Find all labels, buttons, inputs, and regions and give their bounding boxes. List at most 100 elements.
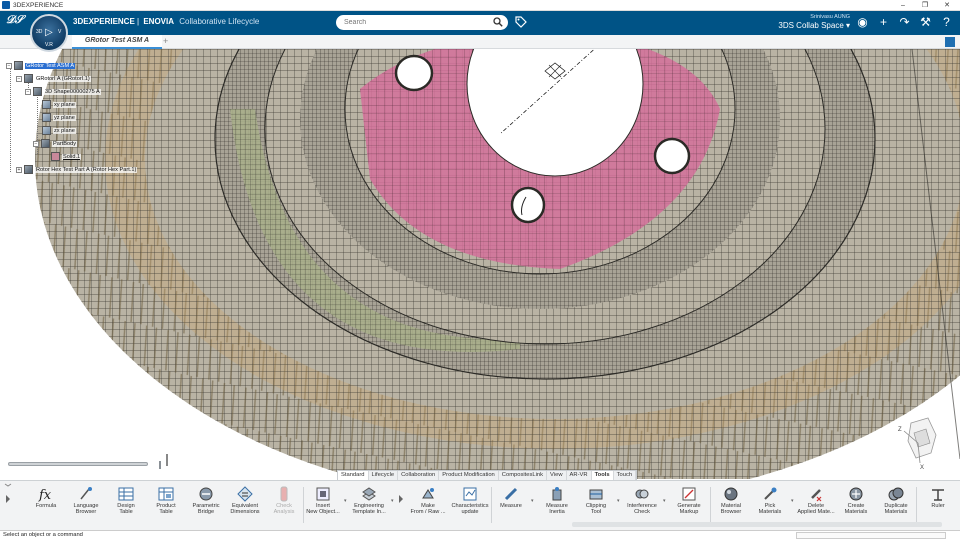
- button-label: Tool: [590, 509, 602, 516]
- fullscreen-icon[interactable]: [945, 37, 955, 47]
- tree-label: yz plane: [53, 114, 76, 121]
- button-label: update: [461, 509, 479, 516]
- bolt-hole-3[interactable]: [510, 186, 546, 224]
- panel-splitter[interactable]: [166, 454, 168, 466]
- expand-icon[interactable]: +: [16, 166, 22, 173]
- scroll-grip[interactable]: [159, 461, 161, 469]
- action-bar-tabs: Standard Lifecycle Collaboration Product…: [337, 470, 638, 480]
- add-icon[interactable]: +: [876, 15, 891, 30]
- tree-item-product-b[interactable]: + Rotor Hex Test Part A (Rotor Hex Part.…: [16, 164, 138, 175]
- collapse-icon[interactable]: −: [6, 62, 12, 69]
- user-block[interactable]: Srinivasu AUNG 3DS Collab Space ▾: [765, 14, 850, 30]
- brand-separator: |: [137, 17, 140, 26]
- tab-collaboration[interactable]: Collaboration: [398, 471, 440, 480]
- tab-view[interactable]: View: [547, 471, 567, 480]
- measure-inertia-icon: [552, 487, 562, 501]
- insert-new-object-button[interactable]: Insert New Object...: [303, 484, 343, 528]
- product-table-icon: [158, 487, 174, 501]
- minimize-button[interactable]: –: [892, 0, 914, 11]
- bolt-hole-1[interactable]: [394, 54, 434, 92]
- plane-icon: [42, 100, 51, 109]
- compass-3d-quadrant[interactable]: 3D: [36, 29, 42, 35]
- button-label: Dimensions: [230, 509, 260, 516]
- tab-tools[interactable]: Tools: [591, 471, 614, 480]
- formula-button[interactable]: fx Formula: [26, 484, 66, 528]
- measure-inertia-button[interactable]: Measure Inertia: [537, 484, 577, 528]
- collapse-icon[interactable]: −: [16, 75, 22, 82]
- top-bar: 𝒟𝒮 3DEXPERIENCE | ENOVIA Collaborative L…: [0, 11, 960, 35]
- tab-grotor-test-asm[interactable]: GRotor Test ASM A: [72, 35, 162, 49]
- design-table-button[interactable]: Design Table: [106, 484, 146, 528]
- engineering-template-button[interactable]: Engineering Template In...: [349, 484, 389, 528]
- generate-markup-icon: [682, 487, 696, 501]
- tab-lifecycle[interactable]: Lifecycle: [369, 471, 399, 480]
- interference-check-icon: [635, 489, 649, 499]
- tree-item-yz-plane[interactable]: yz plane: [42, 112, 76, 123]
- bolt-hole-2[interactable]: [653, 137, 691, 175]
- compass-widget[interactable]: 3D ▷ V V.R: [30, 14, 68, 52]
- tab-compositeslink[interactable]: CompositesLink: [499, 471, 548, 480]
- restore-button[interactable]: ❐: [914, 0, 936, 11]
- tree-label: zx plane: [53, 127, 76, 134]
- product-table-button[interactable]: Product Table: [146, 484, 186, 528]
- check-analysis-button[interactable]: Check Analysis: [264, 484, 304, 528]
- axis-triad-widget[interactable]: Z X: [896, 413, 946, 469]
- tag-icon[interactable]: [515, 16, 527, 28]
- ds-logo-icon[interactable]: 𝒟𝒮: [6, 14, 23, 27]
- collab-space-selector[interactable]: 3DS Collab Space ▾: [765, 21, 850, 30]
- action-bar-scrollbar[interactable]: [572, 522, 942, 527]
- search-input[interactable]: [336, 15, 481, 30]
- make-from-raw-button[interactable]: Make From / Raw ...: [408, 484, 448, 528]
- language-browser-button[interactable]: Language Browser: [66, 484, 106, 528]
- add-tab-button[interactable]: +: [163, 35, 168, 48]
- help-icon[interactable]: ?: [939, 15, 954, 30]
- equivalent-dimensions-button[interactable]: Equivalent Dimensions: [225, 484, 265, 528]
- share-icon[interactable]: ↷: [897, 15, 912, 30]
- tree-label: GRotorI A (GRotorI.1): [35, 75, 91, 82]
- 3d-viewport[interactable]: − GRotor Test ASM A − GRotorI A (GRotorI…: [0, 49, 960, 479]
- button-label: New Object...: [306, 509, 340, 516]
- compass-v-quadrant[interactable]: V: [58, 29, 61, 35]
- separator: [916, 487, 917, 523]
- dropdown-arrow-icon[interactable]: ▾: [791, 498, 794, 504]
- tab-standard[interactable]: Standard: [338, 471, 369, 480]
- collapse-icon[interactable]: −: [25, 88, 31, 95]
- dropdown-arrow-icon[interactable]: ▾: [391, 498, 394, 504]
- tab-product-modification[interactable]: Product Modification: [439, 471, 499, 480]
- tree-item-3d-shape[interactable]: − 3D Shape00000275 A: [25, 86, 101, 97]
- tab-touch[interactable]: Touch: [614, 471, 637, 480]
- tree-item-solid[interactable]: Solid.1: [51, 151, 82, 162]
- search-icon[interactable]: [493, 17, 503, 27]
- tab-ar-vr[interactable]: AR-VR: [567, 471, 592, 480]
- button-label: Analysis: [273, 509, 295, 516]
- tools-icon[interactable]: ⚒: [918, 15, 933, 30]
- characteristics-update-button[interactable]: Characteristics update: [450, 484, 490, 528]
- tree-item-zx-plane[interactable]: zx plane: [42, 125, 76, 136]
- tree-item-root[interactable]: − GRotor Test ASM A: [6, 60, 76, 71]
- dropdown-arrow-icon[interactable]: ▾: [617, 498, 620, 504]
- characteristics-update-icon: [463, 487, 477, 501]
- window-controls: – ❐ ✕: [892, 0, 958, 11]
- dropdown-arrow-icon[interactable]: ▾: [531, 498, 534, 504]
- action-bar-left-handle[interactable]: [2, 481, 14, 529]
- dropdown-arrow-icon[interactable]: ▾: [344, 498, 347, 504]
- tree-item-partbody[interactable]: − PartBody: [33, 138, 78, 149]
- close-button[interactable]: ✕: [936, 0, 958, 11]
- button-label: Applied Mate...: [797, 509, 835, 516]
- tree-item-product-a[interactable]: − GRotorI A (GRotorI.1): [16, 73, 91, 84]
- collapse-icon[interactable]: −: [33, 140, 39, 147]
- user-profile-icon[interactable]: ◉: [855, 15, 870, 30]
- tree-item-xy-plane[interactable]: xy plane: [42, 99, 76, 110]
- parametric-bridge-button[interactable]: Parametric Bridge: [186, 484, 226, 528]
- rotor-mesh-model[interactable]: [0, 49, 960, 479]
- command-input[interactable]: [796, 532, 946, 539]
- play-icon[interactable]: ▷: [45, 27, 53, 38]
- button-label: Ruler: [931, 503, 945, 509]
- clipping-tool-icon: [589, 489, 603, 500]
- measure-button[interactable]: Measure: [491, 484, 531, 528]
- action-bar-next[interactable]: [396, 481, 408, 529]
- product-icon: [24, 74, 33, 83]
- pick-materials-icon: [764, 487, 777, 500]
- tree-scrollbar[interactable]: [8, 461, 161, 469]
- dropdown-arrow-icon[interactable]: ▾: [663, 498, 666, 504]
